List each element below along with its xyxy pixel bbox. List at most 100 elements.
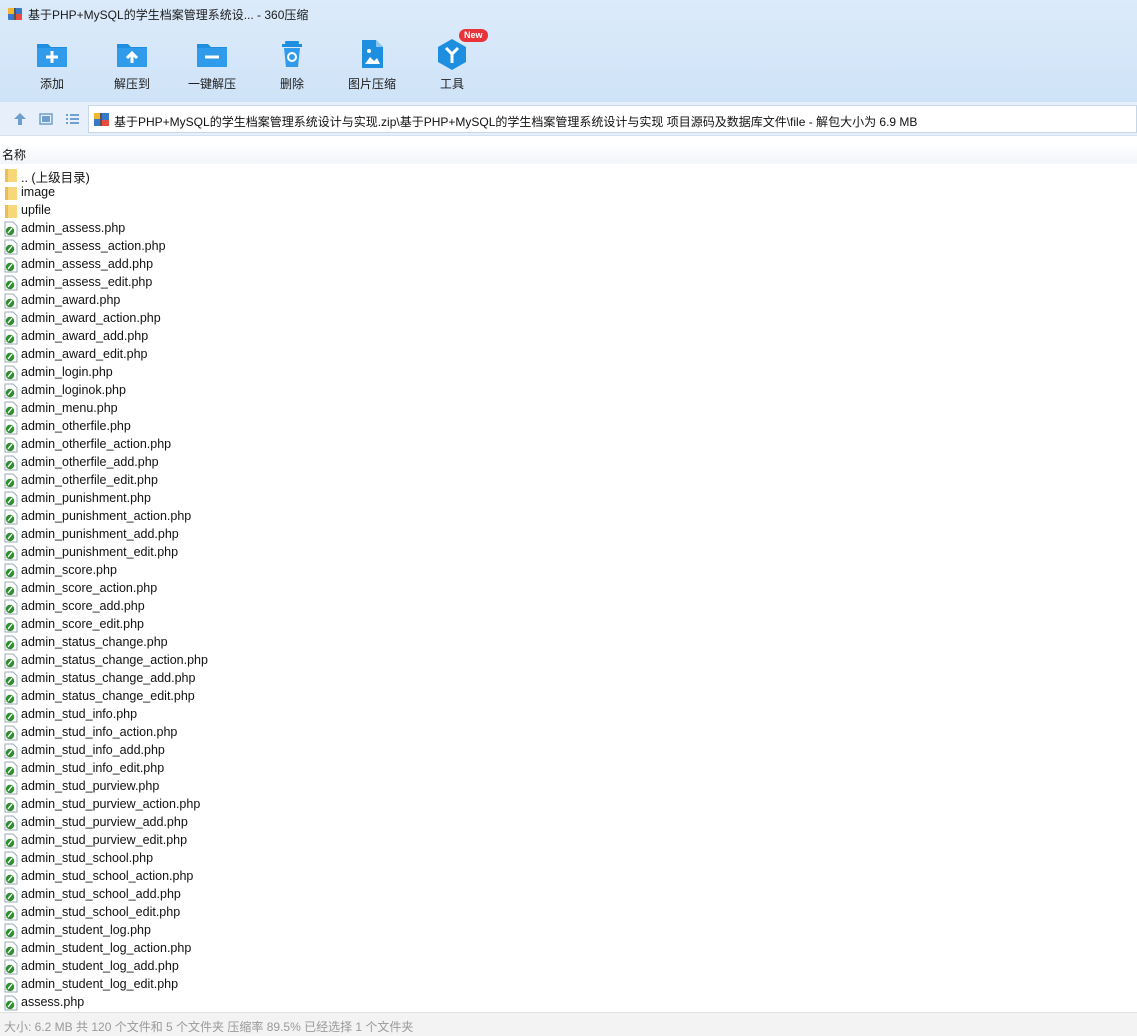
file-row[interactable]: admin_assess_action.php [0,238,1137,256]
image-compress-button[interactable]: 图片压缩 [333,36,411,96]
item-name: admin_punishment.php [21,491,151,505]
file-row[interactable]: admin_student_log_edit.php [0,976,1137,994]
file-row[interactable]: admin_stud_school_action.php [0,868,1137,886]
file-row[interactable]: admin_punishment_add.php [0,526,1137,544]
file-row[interactable]: assess.php [0,994,1137,1012]
item-name: admin_stud_school_edit.php [21,905,181,919]
item-name: admin_stud_school.php [21,851,154,865]
file-row[interactable]: admin_assess_edit.php [0,274,1137,292]
item-name: admin_otherfile_edit.php [21,473,158,487]
file-row[interactable]: admin_otherfile_action.php [0,436,1137,454]
item-name: admin_award_action.php [21,311,161,325]
item-name: admin_stud_purview.php [21,779,160,793]
parent-directory-row[interactable]: .. (上级目录) [0,166,1137,185]
item-name: admin_stud_info_action.php [21,725,178,739]
file-row[interactable]: admin_stud_purview_action.php [0,796,1137,814]
item-name: admin_student_log.php [21,923,151,937]
file-list: .. (上级目录) image upfile admin_assess.phpadmi… [0,166,1137,1012]
file-row[interactable]: admin_score_add.php [0,598,1137,616]
file-row[interactable]: admin_otherfile_add.php [0,454,1137,472]
status-text: 大小: 6.2 MB 共 120 个文件和 5 个文件夹 压缩率 89.5% 已… [4,1020,414,1034]
file-row[interactable]: admin_stud_purview_edit.php [0,832,1137,850]
file-row[interactable]: admin_otherfile.php [0,418,1137,436]
item-name: admin_stud_purview_edit.php [21,833,188,847]
item-name: admin_score_add.php [21,599,145,613]
thumbnail-view-icon[interactable] [37,110,55,128]
item-name: admin_assess_edit.php [21,275,153,289]
php-file-icon [4,833,18,849]
tools-button[interactable]: New 工具 [413,29,491,96]
item-name: admin_stud_purview_action.php [21,797,201,811]
file-row[interactable]: admin_award.php [0,292,1137,310]
file-row[interactable]: admin_score_action.php [0,580,1137,598]
php-file-icon [4,311,18,327]
item-name: admin_stud_info_add.php [21,743,165,757]
item-name: admin_assess_action.php [21,239,166,253]
file-row[interactable]: admin_assess_add.php [0,256,1137,274]
one-click-extract-icon [197,44,227,67]
file-row[interactable]: admin_stud_info_action.php [0,724,1137,742]
file-row[interactable]: admin_score.php [0,562,1137,580]
status-bar: 大小: 6.2 MB 共 120 个文件和 5 个文件夹 压缩率 89.5% 已… [0,1012,1137,1036]
php-file-icon [4,545,18,561]
item-name: admin_award_add.php [21,329,149,343]
php-file-icon [4,977,18,993]
item-name: admin_status_change_edit.php [21,689,195,703]
list-view-icon[interactable] [63,110,81,128]
file-row[interactable]: admin_status_change_edit.php [0,688,1137,706]
delete-button[interactable]: 删除 [253,36,331,96]
parent-folder-icon [5,169,17,182]
item-name: admin_stud_school_add.php [21,887,181,901]
file-row[interactable]: admin_award_edit.php [0,346,1137,364]
navigation-bar: 基于PHP+MySQL的学生档案管理系统设计与实现.zip\基于PHP+MySQ… [0,102,1137,136]
list-column-header[interactable]: 名称 [0,144,1137,164]
file-row[interactable]: admin_stud_purview.php [0,778,1137,796]
php-file-icon [4,905,18,921]
file-row[interactable]: admin_stud_info_add.php [0,742,1137,760]
file-row[interactable]: admin_student_log.php [0,922,1137,940]
file-row[interactable]: admin_award_action.php [0,310,1137,328]
file-row[interactable]: admin_status_change_add.php [0,670,1137,688]
php-file-icon [4,293,18,309]
extract-to-button[interactable]: 解压到 [93,36,171,96]
file-row[interactable]: admin_award_add.php [0,328,1137,346]
address-bar[interactable]: 基于PHP+MySQL的学生档案管理系统设计与实现.zip\基于PHP+MySQ… [88,105,1137,133]
php-file-icon [4,329,18,345]
file-row[interactable]: admin_punishment.php [0,490,1137,508]
up-arrow-icon[interactable] [11,110,29,128]
file-row[interactable]: admin_stud_info_edit.php [0,760,1137,778]
php-file-icon [4,635,18,651]
file-row[interactable]: admin_stud_purview_add.php [0,814,1137,832]
file-row[interactable]: admin_assess.php [0,220,1137,238]
file-row[interactable]: admin_menu.php [0,400,1137,418]
file-row[interactable]: admin_loginok.php [0,382,1137,400]
item-name: admin_punishment_add.php [21,527,179,541]
file-row[interactable]: admin_score_edit.php [0,616,1137,634]
file-row[interactable]: admin_stud_school.php [0,850,1137,868]
php-file-icon [4,671,18,687]
add-button[interactable]: 添加 [13,36,91,96]
file-row[interactable]: admin_status_change.php [0,634,1137,652]
file-row[interactable]: admin_student_log_action.php [0,940,1137,958]
file-row[interactable]: admin_punishment_edit.php [0,544,1137,562]
file-row[interactable]: admin_otherfile_edit.php [0,472,1137,490]
file-row[interactable]: admin_login.php [0,364,1137,382]
recycle-delete-icon [282,41,302,67]
php-file-icon [4,563,18,579]
file-row[interactable]: admin_stud_school_edit.php [0,904,1137,922]
file-row[interactable]: admin_stud_school_add.php [0,886,1137,904]
one-click-extract-button[interactable]: 一键解压 [173,36,251,96]
item-name: admin_assess.php [21,221,126,235]
file-row[interactable]: admin_punishment_action.php [0,508,1137,526]
item-name: admin_assess_add.php [21,257,154,271]
php-file-icon [4,257,18,273]
folder-row[interactable]: upfile [0,202,1137,220]
file-row[interactable]: admin_student_log_add.php [0,958,1137,976]
folder-row[interactable]: image [0,184,1137,202]
file-row[interactable]: admin_status_change_action.php [0,652,1137,670]
php-file-icon [4,869,18,885]
item-name: assess.php [21,995,85,1009]
item-name: admin_punishment_action.php [21,509,192,523]
file-row[interactable]: admin_stud_info.php [0,706,1137,724]
tools-cube-icon [438,39,466,70]
